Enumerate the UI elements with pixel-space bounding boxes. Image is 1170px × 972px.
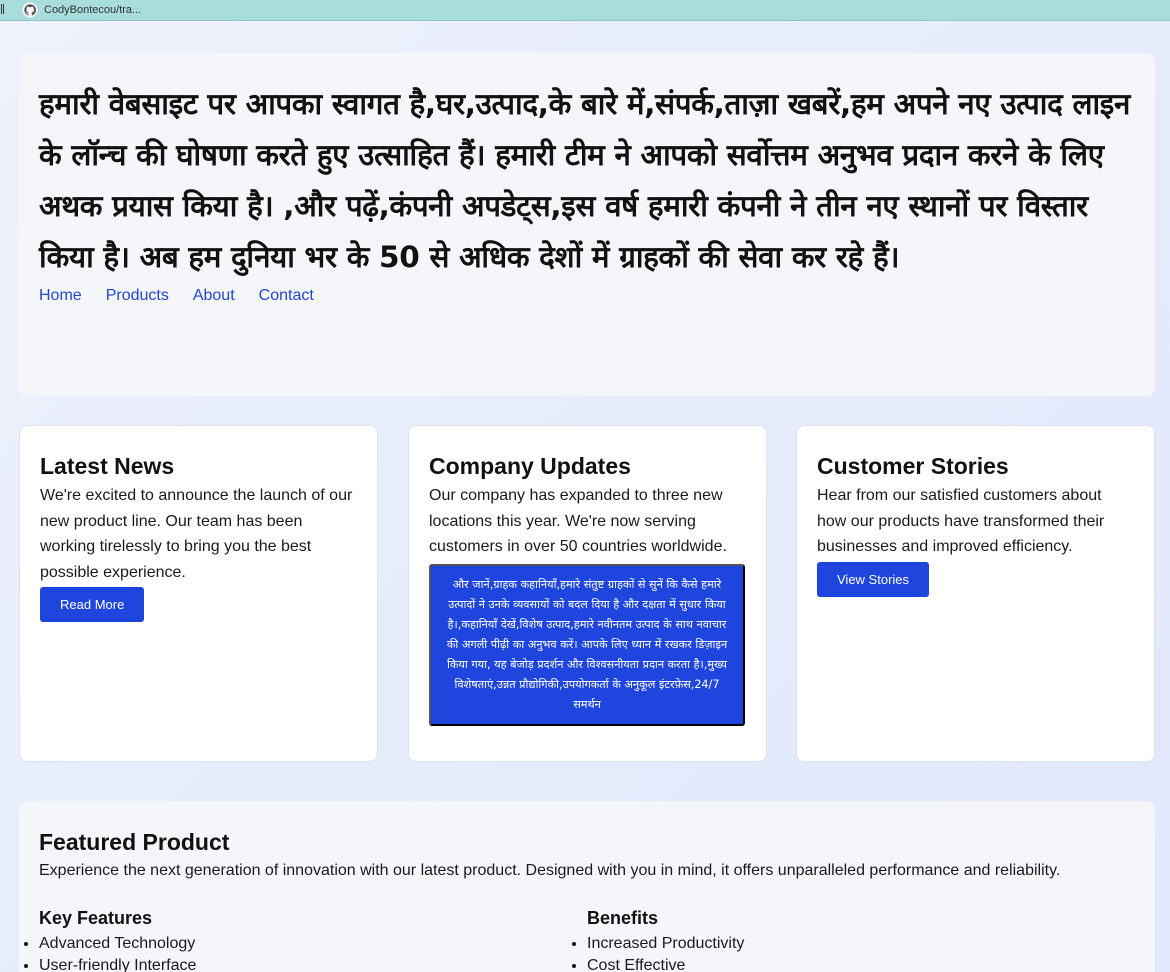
key-features-heading: Key Features <box>39 908 153 928</box>
key-features-column: Key Features Advanced Technology User-fr… <box>39 907 587 972</box>
card-title: Customer Stories <box>817 453 1009 479</box>
hero-section: हमारी वेबसाइट पर आपका स्वागत है,घर,उत्पा… <box>19 53 1155 396</box>
card-customer-stories: Customer Stories Hear from our satisfied… <box>796 425 1155 762</box>
nav-link-about[interactable]: About <box>193 286 235 306</box>
featured-description: Experience the next generation of innova… <box>39 862 1061 879</box>
card-title: Company Updates <box>429 453 631 479</box>
card-company-updates: Company Updates Our company has expanded… <box>408 425 767 762</box>
list-item: User-friendly Interface <box>39 955 587 972</box>
key-features-list: Advanced Technology User-friendly Interf… <box>39 933 587 972</box>
benefits-column: Benefits Increased Productivity Cost Eff… <box>587 907 1135 972</box>
card-latest-news: Latest News We're excited to announce th… <box>19 425 378 762</box>
nav-link-contact[interactable]: Contact <box>259 286 314 306</box>
list-item: Increased Productivity <box>587 933 1135 955</box>
card-text: Hear from our satisfied customers about … <box>817 487 1105 556</box>
browser-tab-title[interactable]: CodyBontecou/tra... <box>44 4 141 16</box>
read-more-button[interactable]: Read More <box>40 587 145 623</box>
learn-more-button[interactable]: और जानें,ग्राहक कहानियाँ,हमारे संतुष्ट ग… <box>429 563 745 726</box>
browser-tab-bar: CodyBontecou/tra... <box>0 0 1170 21</box>
nav-link-home[interactable]: Home <box>39 286 82 306</box>
list-item: Cost Effective <box>587 955 1135 972</box>
featured-columns: Key Features Advanced Technology User-fr… <box>39 907 1135 972</box>
tab-separator <box>0 4 10 16</box>
featured-title: Featured Product <box>39 829 230 855</box>
github-icon <box>22 2 38 18</box>
featured-product-section: Featured Product Experience the next gen… <box>19 801 1155 972</box>
card-text: We're excited to announce the launch of … <box>40 487 353 581</box>
card-text: Our company has expanded to three new lo… <box>429 487 727 556</box>
main-nav: Home Products About Contact <box>39 286 1135 306</box>
card-title: Latest News <box>40 453 175 479</box>
view-stories-button[interactable]: View Stories <box>817 561 930 597</box>
benefits-list: Increased Productivity Cost Effective <box>587 933 1135 972</box>
hero-title: हमारी वेबसाइट पर आपका स्वागत है,घर,उत्पा… <box>39 87 1131 274</box>
benefits-heading: Benefits <box>587 908 659 928</box>
nav-link-products[interactable]: Products <box>106 286 169 306</box>
list-item: Advanced Technology <box>39 933 587 955</box>
